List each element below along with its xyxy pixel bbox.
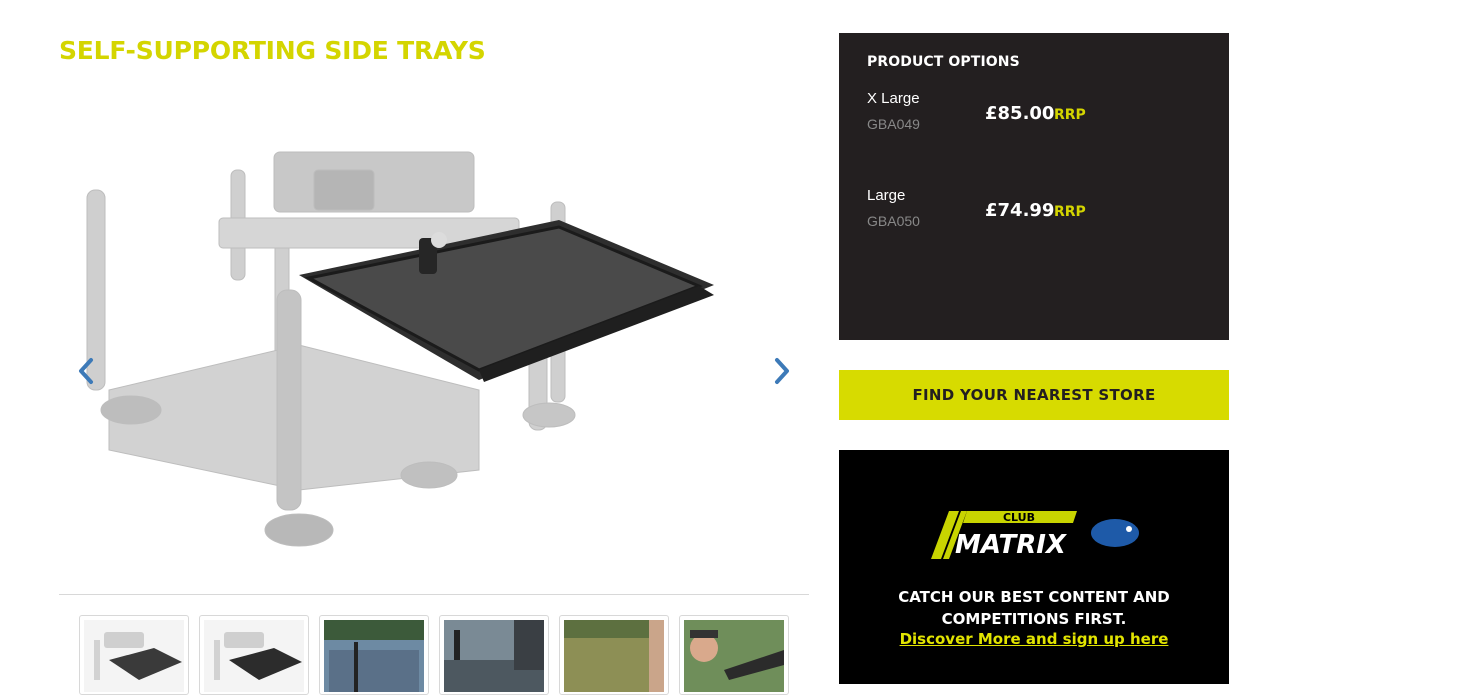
product-image (86, 151, 714, 547)
thumbnail-1[interactable] (79, 615, 189, 695)
chevron-left-icon (79, 358, 93, 384)
gallery-next-button[interactable] (767, 356, 795, 386)
logo-club-text: CLUB (1003, 511, 1035, 524)
option-row: Large GBA050 £74.99 RRP (867, 187, 1207, 237)
find-nearest-store-button[interactable]: FIND YOUR NEAREST STORE (839, 370, 1229, 420)
option-rrp: RRP (1054, 107, 1086, 123)
gallery-divider (59, 594, 809, 595)
option-rrp: RRP (1054, 204, 1086, 220)
option-name: X Large (867, 90, 920, 107)
club-signup-link[interactable]: Discover More and sign up here (839, 630, 1229, 648)
option-sku: GBA050 (867, 213, 920, 229)
thumbnail-image (204, 620, 304, 692)
thumbnail-image (684, 620, 784, 692)
club-tagline-line-1: CATCH OUR BEST CONTENT AND (898, 588, 1170, 606)
chevron-right-icon (775, 358, 789, 384)
option-sku: GBA049 (867, 116, 920, 132)
logo-matrix-text: MATRIX (955, 530, 1068, 560)
option-row: X Large GBA049 £85.00 RRP (867, 90, 1207, 140)
club-matrix-promo: CLUB MATRIX CATCH OUR BEST CONTENT AND C… (839, 450, 1229, 684)
option-name: Large (867, 187, 906, 204)
option-price: £85.00 (985, 103, 1055, 124)
product-options-panel: PRODUCT OPTIONS X Large GBA049 £85.00 RR… (839, 33, 1229, 340)
thumbnail-image (324, 620, 424, 692)
thumbnail-3[interactable] (319, 615, 429, 695)
thumbnail-image (444, 620, 544, 692)
product-gallery (59, 90, 809, 595)
thumbnail-4[interactable] (439, 615, 549, 695)
page-title: SELF-SUPPORTING SIDE TRAYS (59, 36, 486, 65)
club-tagline: CATCH OUR BEST CONTENT AND COMPETITIONS … (839, 586, 1229, 630)
club-matrix-logo: CLUB MATRIX (931, 511, 1139, 560)
thumbnail-2[interactable] (199, 615, 309, 695)
option-price: £74.99 (985, 200, 1055, 221)
gallery-prev-button[interactable] (73, 356, 101, 386)
product-options-heading: PRODUCT OPTIONS (867, 54, 1020, 70)
thumbnail-image (564, 620, 664, 692)
club-tagline-line-2: COMPETITIONS FIRST. (941, 610, 1127, 628)
thumbnail-image (84, 620, 184, 692)
thumbnail-5[interactable] (559, 615, 669, 695)
thumbnail-6[interactable] (679, 615, 789, 695)
thumbnail-strip (79, 615, 799, 695)
